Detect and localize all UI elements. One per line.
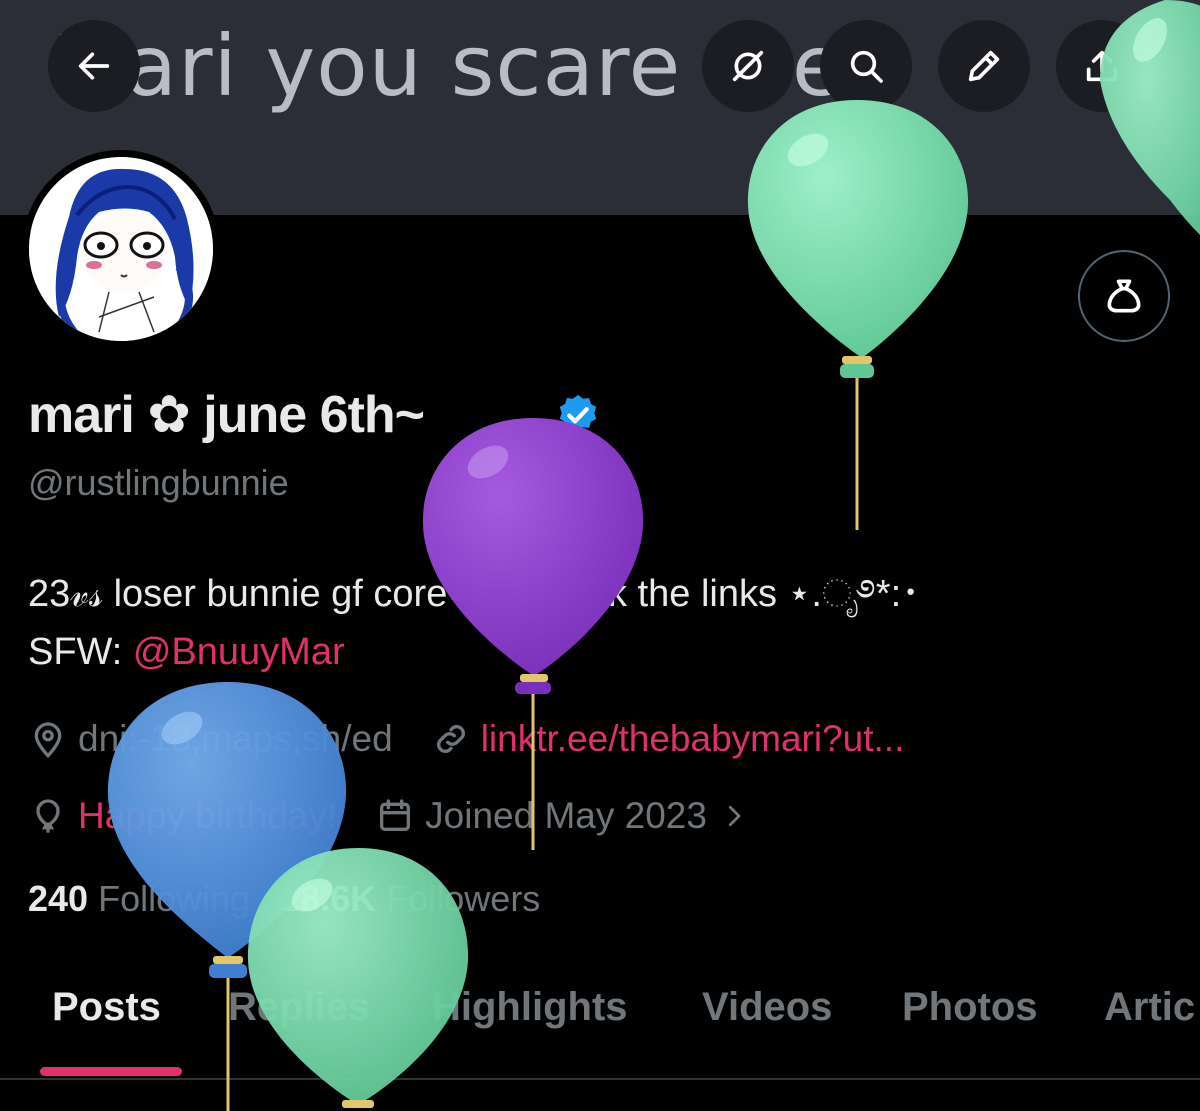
birthday-item: Happy birthday! bbox=[28, 795, 337, 837]
bio-line-1: 23𝓋𝓈 loser bunnie gf core≕❤ check the li… bbox=[28, 565, 920, 623]
display-name: mari ✿ june 6th~ bbox=[28, 386, 425, 444]
edit-pencil-icon bbox=[968, 50, 1000, 82]
tip-button[interactable] bbox=[1078, 250, 1170, 342]
profile-page: Mari you scare me mari ✿ june 6th~ @rust… bbox=[0, 0, 1200, 1111]
followers-stat[interactable]: 18.6K Followers bbox=[280, 878, 540, 919]
mute-button[interactable] bbox=[702, 20, 794, 112]
joined-text: Joined May 2023 bbox=[425, 795, 707, 836]
tab-videos[interactable]: Videos bbox=[702, 985, 832, 1030]
following-count: 240 bbox=[28, 878, 89, 919]
active-tab-indicator bbox=[40, 1067, 182, 1076]
bio: 23𝓋𝓈 loser bunnie gf core≕❤ check the li… bbox=[28, 565, 920, 681]
location-text: dni:-18,maps,sh/ed bbox=[78, 718, 393, 759]
chevron-right-icon bbox=[728, 805, 741, 827]
avatar-image bbox=[29, 157, 213, 341]
calendar-icon bbox=[380, 799, 411, 831]
bio-sfw-label: SFW: bbox=[28, 631, 133, 673]
follow-stats: 240 Following 18.6K Followers bbox=[28, 878, 540, 920]
website-link[interactable]: linktr.ee/thebabymari?ut... bbox=[481, 718, 905, 760]
bio-heart: ≕❤ bbox=[447, 573, 518, 615]
tab-photos[interactable]: Photos bbox=[902, 985, 1038, 1030]
tab-highlights[interactable]: Highlights bbox=[432, 985, 628, 1030]
bio-mention-link[interactable]: @BnuuyMar bbox=[133, 631, 345, 673]
website-item[interactable]: linktr.ee/thebabymari?ut... bbox=[431, 718, 905, 760]
following-stat[interactable]: 240 Following bbox=[28, 878, 250, 919]
profile-meta-row-2: Happy birthday! Joined May 2023 bbox=[28, 795, 797, 837]
tabs-divider bbox=[0, 1078, 1200, 1080]
following-label: Following bbox=[98, 878, 251, 919]
location-pin-icon bbox=[34, 722, 62, 759]
avatar[interactable] bbox=[22, 150, 220, 348]
mute-icon bbox=[732, 50, 764, 82]
share-button[interactable] bbox=[1056, 20, 1148, 112]
followers-label: Followers bbox=[386, 878, 541, 919]
search-icon bbox=[850, 50, 883, 83]
arrow-left-icon bbox=[78, 52, 110, 80]
balloon-icon bbox=[36, 799, 60, 833]
share-upload-icon bbox=[1086, 50, 1118, 82]
bio-text-b: check the links ⋆.ೃ࿔*:･ bbox=[517, 573, 921, 615]
bio-text-a: 23𝓋𝓈 loser bunnie gf core bbox=[28, 573, 448, 615]
tab-posts[interactable]: Posts bbox=[52, 985, 161, 1030]
profile-meta-row-1: dni:-18,maps,sh/ed linktr.ee/thebabymari… bbox=[28, 718, 942, 760]
profile-tabs: Posts Replies Highlights Videos Photos A… bbox=[0, 985, 1200, 1075]
link-icon bbox=[436, 725, 465, 753]
followers-count: 18.6K bbox=[280, 878, 377, 919]
birthday-text: Happy birthday! bbox=[78, 795, 338, 836]
back-button[interactable] bbox=[48, 20, 140, 112]
verified-badge-icon[interactable] bbox=[555, 392, 601, 438]
location-item: dni:-18,maps,sh/ed bbox=[28, 718, 393, 760]
money-bag-icon bbox=[1107, 279, 1141, 313]
search-button[interactable] bbox=[820, 20, 912, 112]
bio-line-2: SFW: @BnuuyMar bbox=[28, 623, 920, 681]
tab-replies[interactable]: Replies bbox=[228, 985, 370, 1030]
joined-item[interactable]: Joined May 2023 bbox=[375, 795, 759, 837]
edit-button[interactable] bbox=[938, 20, 1030, 112]
tab-articles[interactable]: Artic bbox=[1104, 985, 1195, 1030]
handle: @rustlingbunnie bbox=[28, 462, 289, 503]
